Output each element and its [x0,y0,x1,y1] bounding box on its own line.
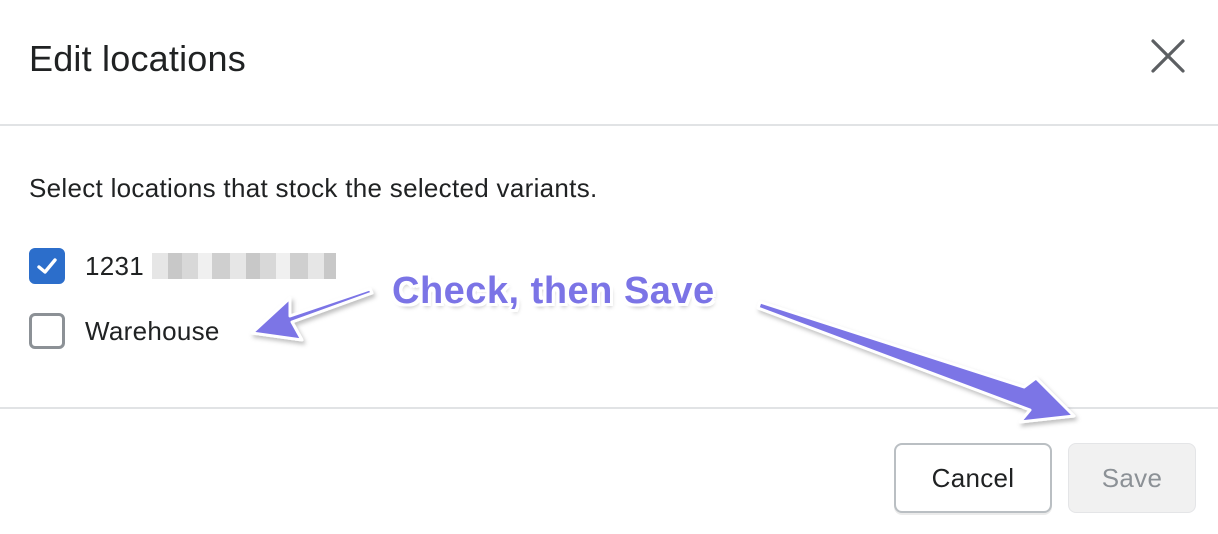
save-button[interactable]: Save [1068,443,1196,513]
location-checkbox-warehouse[interactable] [29,313,65,349]
modal-header: Edit locations [0,0,1218,126]
close-icon [1151,39,1185,73]
modal-description: Select locations that stock the selected… [29,173,598,203]
location-checkbox-1231[interactable] [29,248,65,284]
cancel-button[interactable]: Cancel [894,443,1052,513]
location-label: 1231 [85,250,145,281]
annotation-text: Check, then Save [392,270,715,312]
location-option-1231[interactable]: 1231 [29,246,337,286]
modal-footer: Cancel Save [0,407,1218,534]
location-label: Warehouse [85,315,220,346]
edit-locations-modal: Edit locations Select locations that sto… [0,0,1218,534]
checkmark-icon [37,258,57,274]
modal-title: Edit locations [29,38,246,79]
location-option-warehouse[interactable]: Warehouse [29,311,220,351]
close-button[interactable] [1144,32,1192,80]
modal-body: Select locations that stock the selected… [0,126,1218,408]
redacted-text [152,253,337,279]
